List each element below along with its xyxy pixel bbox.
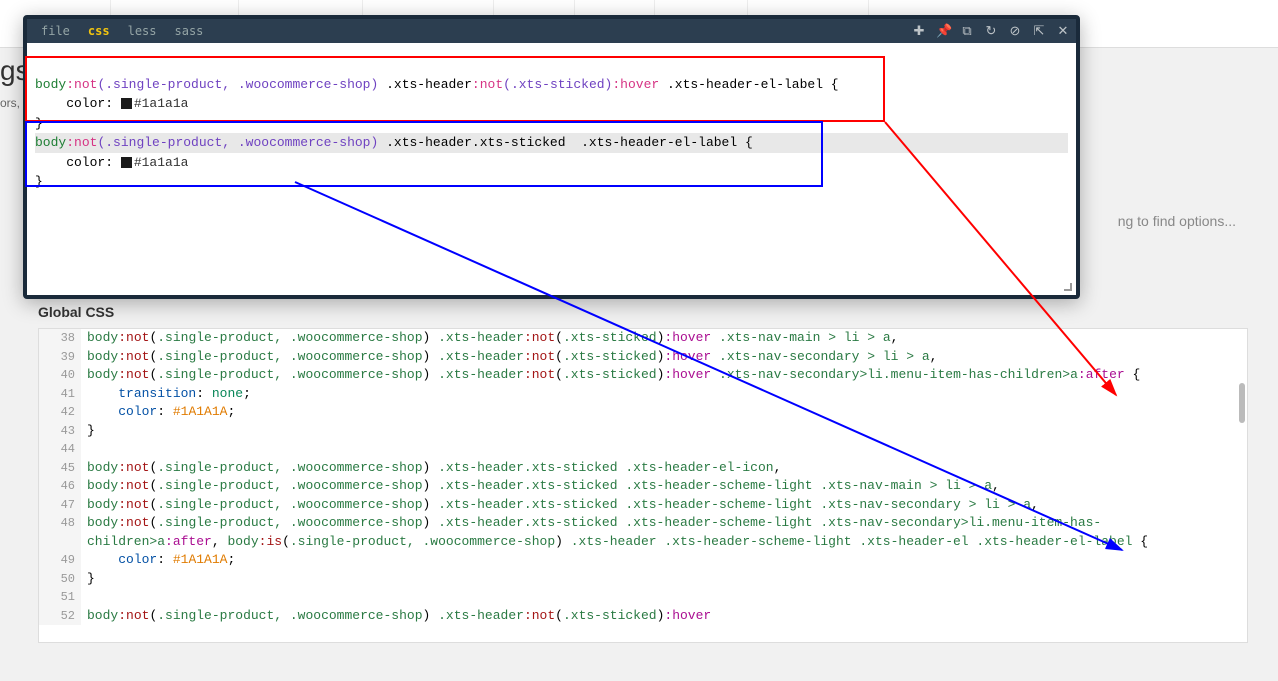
line-number: 52 — [39, 607, 75, 626]
line-number: 42 — [39, 403, 75, 422]
code-line[interactable]: body:not(.single-product, .woocommerce-s… — [87, 496, 1247, 515]
css-inspector-popup: filecsslesssass ✚ 📌 ⧉ ↻ ⊘ ⇱ ✕ body:not(.single… — [23, 15, 1080, 299]
global-css-title: Global CSS — [38, 304, 1248, 320]
line-number: 45 — [39, 459, 75, 478]
resize-handle-icon[interactable] — [1060, 279, 1072, 291]
line-number: 48 — [39, 514, 75, 533]
popup-tab-less[interactable]: less — [120, 21, 165, 41]
popout-icon[interactable]: ⧉ — [960, 23, 974, 39]
code-line[interactable]: body:not(.single-product, .woocommerce-s… — [87, 329, 1247, 348]
line-number — [39, 533, 75, 552]
color-swatch-icon — [121, 98, 132, 109]
line-number: 47 — [39, 496, 75, 515]
line-number: 50 — [39, 570, 75, 589]
popup-tabbar: filecsslesssass ✚ 📌 ⧉ ↻ ⊘ ⇱ ✕ — [27, 19, 1076, 43]
popup-tab-sass[interactable]: sass — [167, 21, 212, 41]
code-line[interactable]: body:not(.single-product, .woocommerce-s… — [87, 348, 1247, 367]
subtitle-fragment: ors, — [0, 96, 20, 110]
code-line[interactable]: color: #1A1A1A; — [87, 551, 1247, 570]
line-number: 43 — [39, 422, 75, 441]
scrollbar-thumb[interactable] — [1239, 383, 1245, 423]
line-number: 38 — [39, 329, 75, 348]
line-number: 49 — [39, 551, 75, 570]
code-line[interactable]: } — [87, 570, 1247, 589]
code-line[interactable] — [87, 440, 1247, 459]
global-css-section: Global CSS 3839404142434445464748 4950515… — [38, 304, 1248, 643]
code-line[interactable]: body:not(.single-product, .woocommerce-s… — [87, 366, 1247, 385]
line-number: 41 — [39, 385, 75, 404]
code-line[interactable]: transition: none; — [87, 385, 1247, 404]
restore-icon[interactable]: ⇱ — [1032, 23, 1046, 39]
code-line[interactable]: body:not(.single-product, .woocommerce-s… — [87, 514, 1247, 533]
code-line[interactable]: body:not(.single-product, .woocommerce-s… — [87, 459, 1247, 478]
line-number: 44 — [39, 440, 75, 459]
popup-code-area[interactable]: body:not(.single-product, .woocommerce-s… — [27, 43, 1076, 295]
code-line[interactable] — [87, 588, 1247, 607]
block-icon[interactable]: ⊘ — [1008, 23, 1022, 39]
line-number: 39 — [39, 348, 75, 367]
search-placeholder-fragment: ng to find options... — [1118, 213, 1236, 229]
code-line[interactable]: } — [87, 422, 1247, 441]
plus-icon[interactable]: ✚ — [912, 23, 926, 39]
close-icon[interactable]: ✕ — [1056, 23, 1070, 39]
line-number: 46 — [39, 477, 75, 496]
popup-tab-css[interactable]: css — [80, 21, 118, 41]
line-number: 51 — [39, 588, 75, 607]
global-css-editor[interactable]: 3839404142434445464748 49505152 body:not(… — [38, 328, 1248, 643]
line-number: 40 — [39, 366, 75, 385]
code-line[interactable]: body:not(.single-product, .woocommerce-s… — [87, 477, 1247, 496]
code-line[interactable]: children>a:after, body:is(.single-produc… — [87, 533, 1247, 552]
code-line[interactable]: color: #1A1A1A; — [87, 403, 1247, 422]
pin-icon[interactable]: 📌 — [936, 23, 950, 39]
refresh-icon[interactable]: ↻ — [984, 23, 998, 39]
code-line[interactable]: body:not(.single-product, .woocommerce-s… — [87, 607, 1247, 626]
color-swatch-icon — [121, 157, 132, 168]
popup-tab-file[interactable]: file — [33, 21, 78, 41]
